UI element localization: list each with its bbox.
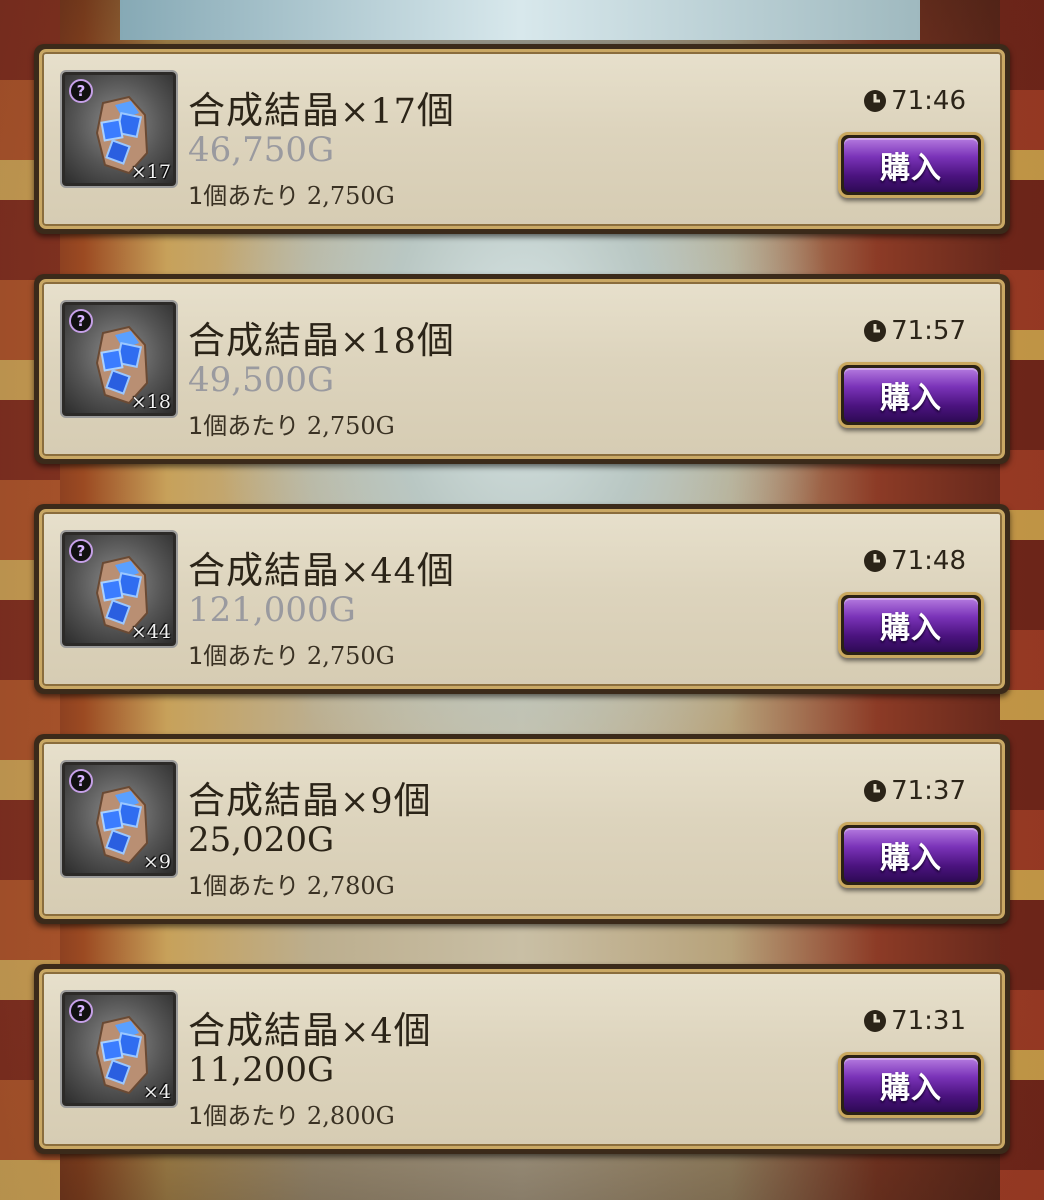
shop-item-card: ? ×18 合成結晶×18個 49,500G 1個あたり 2,750G 71:5… [34, 274, 1010, 464]
item-icon-frame[interactable]: ? ×18 [62, 302, 176, 416]
times-sign: × [340, 322, 371, 362]
shop-item-card: ? ×44 合成結晶×44個 121,000G 1個あたり 2,750G 71:… [34, 504, 1010, 694]
item-counter: 個 [393, 779, 432, 822]
timer: 71:31 [863, 1006, 966, 1036]
clock-icon [864, 320, 887, 342]
unit-price-label: 1個あたり [188, 642, 300, 670]
timer-value: 71:46 [891, 86, 966, 116]
unit-price-label: 1個あたり [188, 872, 300, 900]
item-icon-frame[interactable]: ? ×17 [62, 72, 176, 186]
card-panel: ? ×44 合成結晶×44個 121,000G 1個あたり 2,750G 71:… [39, 509, 1005, 689]
item-name: 合成結晶 [188, 779, 340, 822]
item-name: 合成結晶 [188, 89, 340, 132]
item-icon-frame[interactable]: ? ×9 [62, 762, 176, 876]
buy-button[interactable]: 購入 [838, 1052, 984, 1118]
times-sign: × [340, 782, 371, 822]
clock-icon [864, 780, 887, 802]
unit-price-value: 2,800G [306, 1102, 395, 1130]
timer-value: 71:37 [891, 776, 966, 806]
buy-button-label: 購入 [844, 828, 978, 882]
item-counter: 個 [416, 549, 455, 592]
icon-quantity: ×17 [130, 161, 171, 183]
buy-button-label: 購入 [844, 138, 978, 192]
icon-quantity: ×18 [130, 391, 171, 413]
item-title: 合成結晶×18個 [188, 310, 455, 364]
unit-price-label: 1個あたり [188, 182, 300, 210]
times-sign: × [340, 92, 371, 132]
shop-item-card: ? ×4 合成結晶×4個 11,200G 1個あたり 2,800G 71:31 … [34, 964, 1010, 1154]
item-price: 25,020G [188, 820, 335, 860]
item-title: 合成結晶×9個 [188, 770, 432, 824]
item-icon-frame[interactable]: ? ×44 [62, 532, 176, 646]
item-price: 49,500G [188, 360, 335, 400]
item-name: 合成結晶 [188, 549, 340, 592]
card-panel: ? ×17 合成結晶×17個 46,750G 1個あたり 2,750G 71:4… [39, 49, 1005, 229]
timer-value: 71:31 [891, 1006, 966, 1036]
item-qty: 44 [370, 552, 417, 592]
clock-icon [864, 90, 887, 112]
buy-button-label: 購入 [844, 368, 978, 422]
timer: 71:48 [863, 546, 966, 576]
item-price: 121,000G [188, 590, 356, 630]
timer-value: 71:48 [891, 546, 966, 576]
item-counter: 個 [393, 1009, 432, 1052]
timer: 71:57 [863, 316, 966, 346]
timer-value: 71:57 [891, 316, 966, 346]
unit-price-value: 2,750G [306, 412, 395, 440]
shop-item-card: ? ×17 合成結晶×17個 46,750G 1個あたり 2,750G 71:4… [34, 44, 1010, 234]
item-qty: 18 [370, 322, 417, 362]
timer: 71:37 [863, 776, 966, 806]
unit-price-value: 2,780G [306, 872, 395, 900]
unit-price-label: 1個あたり [188, 1102, 300, 1130]
unit-price-label: 1個あたり [188, 412, 300, 440]
clock-icon [864, 1010, 887, 1032]
card-panel: ? ×18 合成結晶×18個 49,500G 1個あたり 2,750G 71:5… [39, 279, 1005, 459]
item-name: 合成結晶 [188, 319, 340, 362]
item-qty: 9 [370, 782, 394, 822]
unit-price-value: 2,750G [306, 182, 395, 210]
item-counter: 個 [416, 319, 455, 362]
timer: 71:46 [863, 86, 966, 116]
unit-price: 1個あたり 2,750G [188, 406, 395, 441]
unit-price: 1個あたり 2,750G [188, 636, 395, 671]
icon-quantity: ×4 [142, 1081, 171, 1103]
unit-price: 1個あたり 2,800G [188, 1096, 395, 1131]
icon-quantity: ×9 [142, 851, 171, 873]
buy-button[interactable]: 購入 [838, 822, 984, 888]
item-title: 合成結晶×44個 [188, 540, 455, 594]
unit-price: 1個あたり 2,780G [188, 866, 395, 901]
icon-quantity: ×44 [130, 621, 171, 643]
item-icon-frame[interactable]: ? ×4 [62, 992, 176, 1106]
shop-item-card: ? ×9 合成結晶×9個 25,020G 1個あたり 2,780G 71:37 … [34, 734, 1010, 924]
buy-button-label: 購入 [844, 598, 978, 652]
item-qty: 4 [370, 1012, 394, 1052]
times-sign: × [340, 552, 371, 592]
buy-button-label: 購入 [844, 1058, 978, 1112]
card-panel: ? ×4 合成結晶×4個 11,200G 1個あたり 2,800G 71:31 … [39, 969, 1005, 1149]
item-price: 46,750G [188, 130, 335, 170]
item-title: 合成結晶×17個 [188, 80, 455, 134]
item-name: 合成結晶 [188, 1009, 340, 1052]
item-qty: 17 [370, 92, 417, 132]
buy-button[interactable]: 購入 [838, 362, 984, 428]
item-counter: 個 [416, 89, 455, 132]
times-sign: × [340, 1012, 371, 1052]
background-sky [120, 0, 920, 40]
item-title: 合成結晶×4個 [188, 1000, 432, 1054]
buy-button[interactable]: 購入 [838, 592, 984, 658]
buy-button[interactable]: 購入 [838, 132, 984, 198]
unit-price: 1個あたり 2,750G [188, 176, 395, 211]
unit-price-value: 2,750G [306, 642, 395, 670]
item-price: 11,200G [188, 1050, 335, 1090]
clock-icon [864, 550, 887, 572]
card-panel: ? ×9 合成結晶×9個 25,020G 1個あたり 2,780G 71:37 … [39, 739, 1005, 919]
